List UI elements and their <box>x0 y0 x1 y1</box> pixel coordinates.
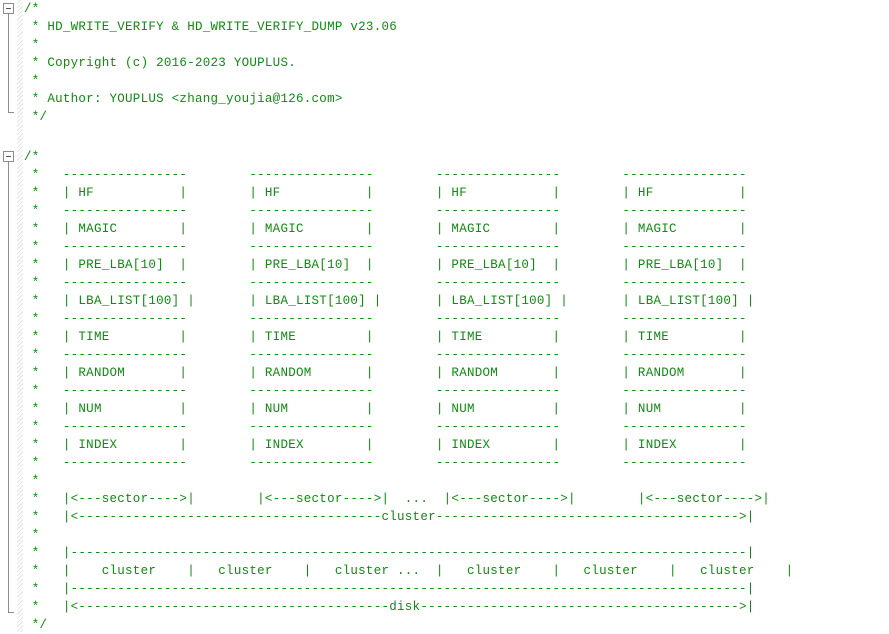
code-line: /* <box>24 150 40 164</box>
fold-marker-diagram-comment[interactable] <box>3 151 14 162</box>
code-line-rule: * ---------------- ---------------- ----… <box>24 312 747 326</box>
code-line-rule: * ---------------- ---------------- ----… <box>24 456 747 470</box>
code-line: */ <box>24 110 48 124</box>
code-editor[interactable]: /* * HD_WRITE_VERIFY & HD_WRITE_VERIFY_D… <box>0 0 889 632</box>
code-line-field-num: * | NUM | | NUM | | NUM | | NUM | <box>24 402 747 416</box>
code-line-field-index: * | INDEX | | INDEX | | INDEX | | INDEX … <box>24 438 747 452</box>
fold-line-header-comment <box>8 14 9 112</box>
code-line: * <box>24 528 40 542</box>
code-line-rule: * ---------------- ---------------- ----… <box>24 348 747 362</box>
code-line: * <box>24 38 40 52</box>
code-line-field-pre-lba: * | PRE_LBA[10] | | PRE_LBA[10] | | PRE_… <box>24 258 747 272</box>
code-line-rule: * ---------------- ---------------- ----… <box>24 384 747 398</box>
code-line-cluster-top: * |-------------------------------------… <box>24 546 755 560</box>
diagram-comment-block[interactable]: /* * ---------------- ---------------- -… <box>24 148 793 634</box>
code-line-sector-ruler: * |<---sector---->| |<---sector---->| ..… <box>24 492 771 506</box>
code-line-field-time: * | TIME | | TIME | | TIME | | TIME | <box>24 330 747 344</box>
code-line-rule: * ---------------- ---------------- ----… <box>24 276 747 290</box>
header-comment-block[interactable]: /* * HD_WRITE_VERIFY & HD_WRITE_VERIFY_D… <box>24 0 397 126</box>
code-line: /* <box>24 2 40 16</box>
code-line-cluster-bottom: * |-------------------------------------… <box>24 582 755 596</box>
code-line-disk-ruler: * |<------------------------------------… <box>24 600 755 614</box>
code-line-author: * Author: YOUPLUS <zhang_youjia@126.com> <box>24 92 343 106</box>
code-line-field-lba-list: * | LBA_LIST[100] | | LBA_LIST[100] | | … <box>24 294 755 308</box>
code-line-cluster-row: * | cluster | cluster | cluster ... | cl… <box>24 564 794 578</box>
editor-gutter <box>0 0 23 632</box>
code-line-field-magic: * | MAGIC | | MAGIC | | MAGIC | | MAGIC … <box>24 222 747 236</box>
code-line-rule: * ---------------- ---------------- ----… <box>24 420 747 434</box>
code-line: * <box>24 474 40 488</box>
fold-foot-header-comment <box>8 112 14 113</box>
code-line-rule: * ---------------- ---------------- ----… <box>24 240 747 254</box>
code-line: * <box>24 74 40 88</box>
code-line: */ <box>24 618 48 632</box>
code-line-cluster-ruler: * |<------------------------------------… <box>24 510 755 524</box>
code-line-copyright: * Copyright (c) 2016-2023 YOUPLUS. <box>24 56 296 70</box>
fold-marker-header-comment[interactable] <box>3 3 14 14</box>
code-line-rule: * ---------------- ---------------- ----… <box>24 204 747 218</box>
code-line-field-hf: * | HF | | HF | | HF | | HF | <box>24 186 747 200</box>
code-line-title: * HD_WRITE_VERIFY & HD_WRITE_VERIFY_DUMP… <box>24 20 398 34</box>
fold-stripe <box>17 0 23 632</box>
code-line-box-top: * ---------------- ---------------- ----… <box>24 168 747 182</box>
code-line-field-random: * | RANDOM | | RANDOM | | RANDOM | | RAN… <box>24 366 747 380</box>
fold-foot-diagram-comment <box>8 612 14 613</box>
fold-line-diagram-comment <box>8 162 9 612</box>
